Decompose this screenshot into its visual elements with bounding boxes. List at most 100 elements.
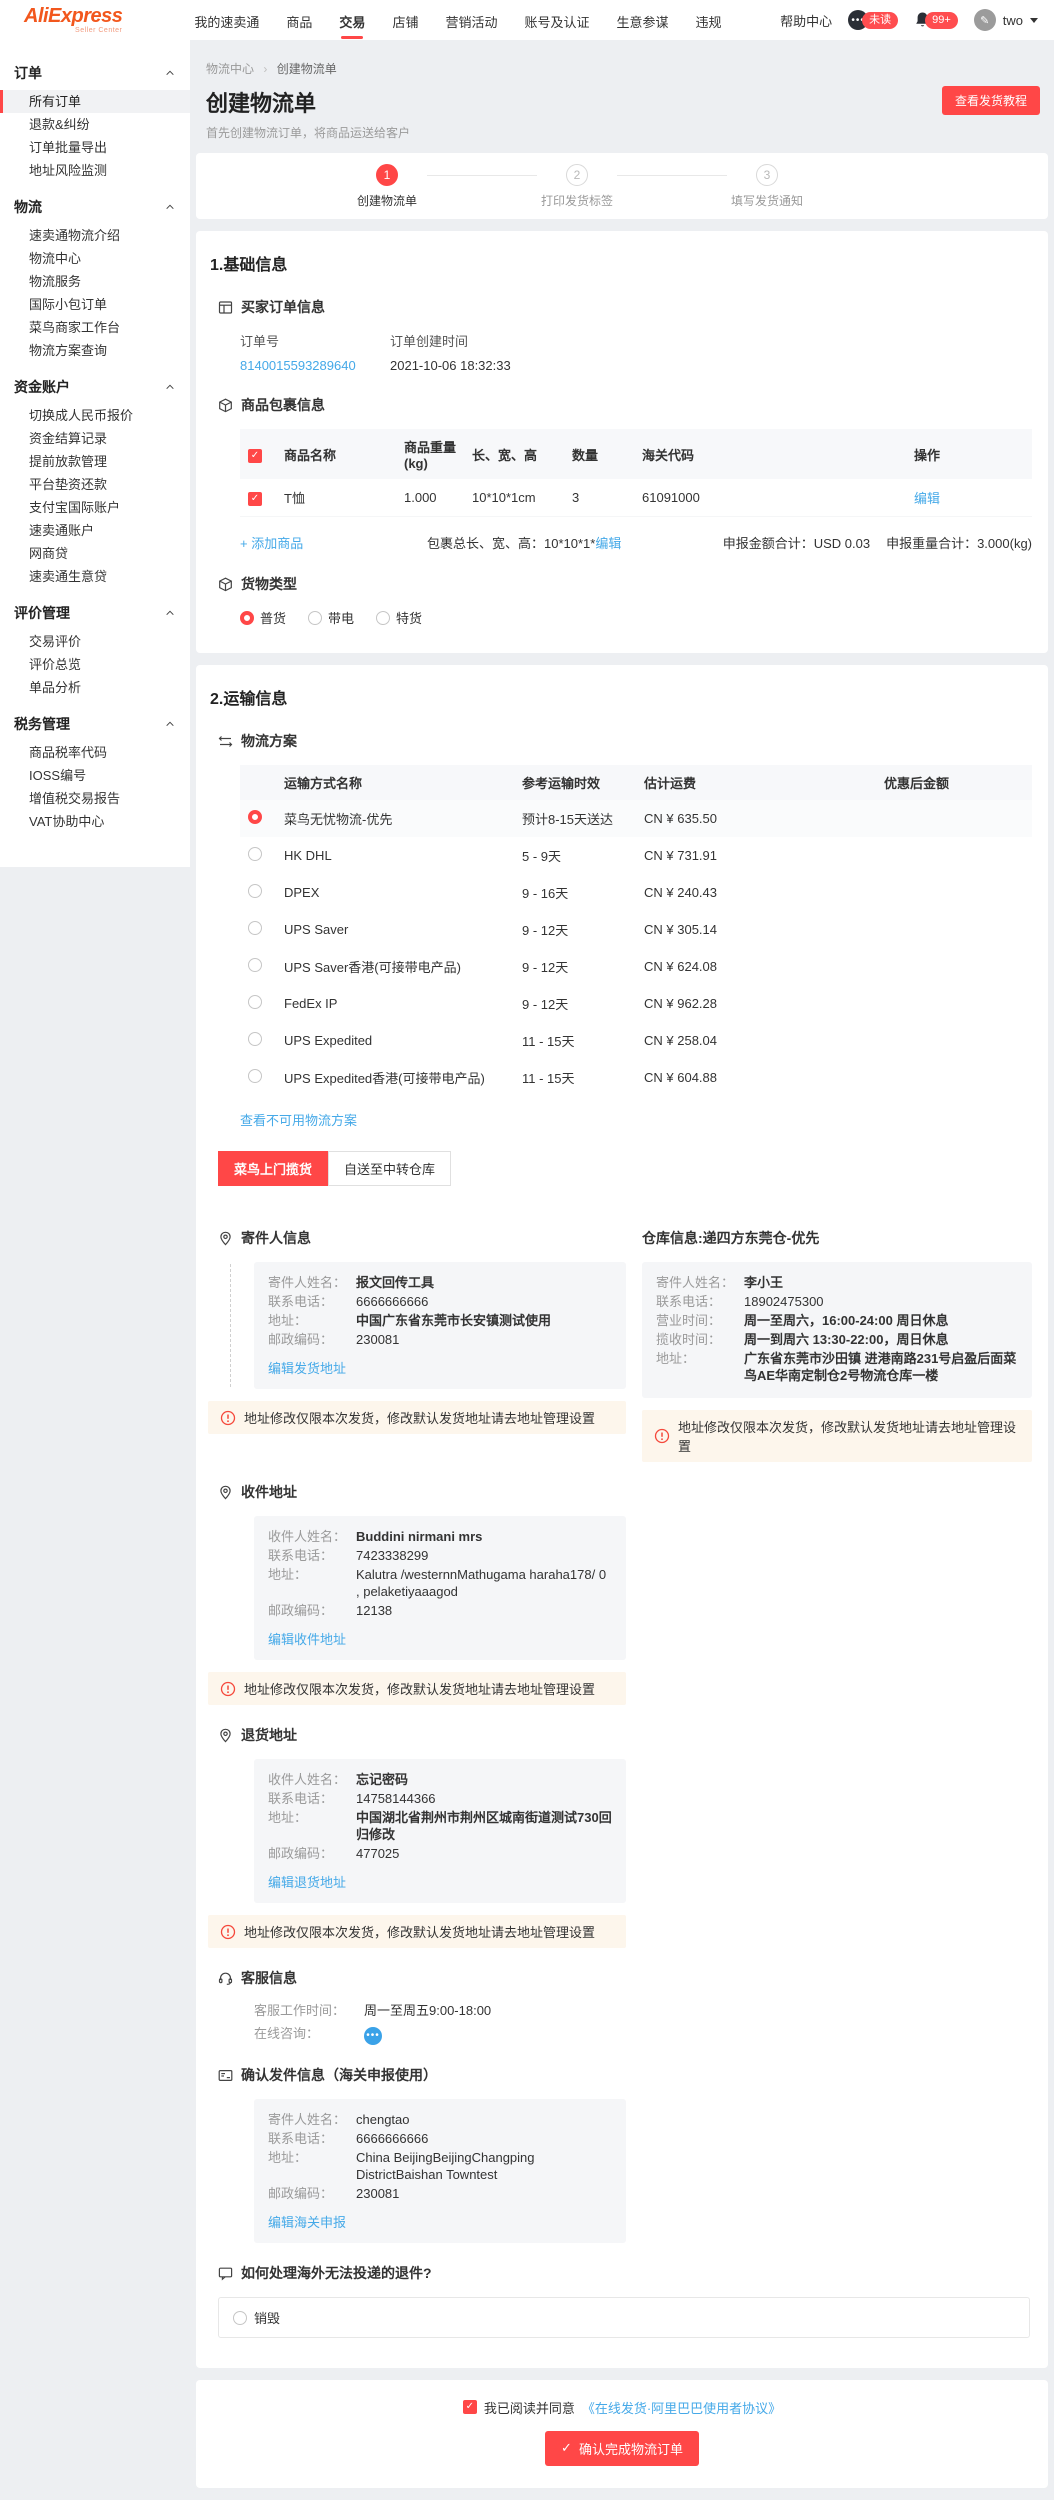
nav-item-orders[interactable]: 交易 <box>339 0 365 41</box>
agree-checkbox[interactable]: ✓ <box>462 2400 477 2414</box>
order-number-link[interactable]: 8140015593289640 <box>240 358 356 373</box>
sidebar-item-tax-codes[interactable]: 商品税率代码 <box>0 741 190 764</box>
sidebar-item-refund-disputes[interactable]: 退款&纠纷 <box>0 113 190 136</box>
customs-phone: 6666666666 <box>356 2131 429 2146</box>
nav-item-marketing[interactable]: 营销活动 <box>445 0 497 41</box>
package-summary: + 添加商品 包裹总长、宽、高：10*10*1*编辑 申报金额合计：USD 0.… <box>240 533 1032 552</box>
tab-cainiao-pickup[interactable]: 菜鸟上门揽货 <box>218 1151 329 1186</box>
sidebar-item-logistics-services[interactable]: 物流服务 <box>0 270 190 293</box>
sidebar-item-logistics-intro[interactable]: 速卖通物流介绍 <box>0 224 190 247</box>
sidebar-item-vat-report[interactable]: 增值税交易报告 <box>0 787 190 810</box>
cargo-option-battery[interactable]: 带电 <box>308 608 354 627</box>
shipping-radio[interactable] <box>248 810 262 824</box>
sidebar-item-logistics-plan-query[interactable]: 物流方案查询 <box>0 339 190 362</box>
sidebar-item-intl-packet-orders[interactable]: 国际小包订单 <box>0 293 190 316</box>
edit-customs-declaration-link[interactable]: 编辑海关申报 <box>268 2212 346 2231</box>
edit-dims-link[interactable]: 编辑 <box>595 536 621 551</box>
sidebar-item-order-export[interactable]: 订单批量导出 <box>0 136 190 159</box>
shipping-method-row[interactable]: DPEX 9 - 16天 CN ¥ 240.43 <box>240 874 1032 911</box>
sidebar-item-business-loan[interactable]: 速卖通生意贷 <box>0 565 190 588</box>
shipping-radio[interactable] <box>248 958 262 972</box>
step-connector <box>427 174 537 176</box>
user-menu[interactable]: ✎ two <box>973 9 1038 31</box>
sidebar-item-mybank-loan[interactable]: 网商贷 <box>0 542 190 565</box>
sidebar-header-orders[interactable]: 订单 <box>0 56 190 90</box>
sidebar-header-logistics[interactable]: 物流 <box>0 190 190 224</box>
agreement-link[interactable]: 《在线发货·阿里巴巴使用者协议》 <box>582 2398 781 2417</box>
return-phone: 14758144366 <box>356 1791 436 1806</box>
col-quantity: 数量 <box>564 429 634 479</box>
nav-item-store[interactable]: 店铺 <box>392 0 418 41</box>
sender-phone: 6666666666 <box>356 1294 429 1309</box>
shipping-method-row[interactable]: 菜鸟无忧物流-优先 预计8-15天送达 CN ¥ 635.50 <box>240 800 1032 837</box>
nav-item-myaliexpress[interactable]: 我的速卖通 <box>194 0 259 41</box>
destroy-option[interactable]: 销毁 <box>233 2308 1015 2327</box>
sender-address: 中国广东省东莞市长安镇测试使用 <box>356 1313 552 1328</box>
shipping-radio[interactable] <box>248 884 262 898</box>
col-discounted-fee: 优惠后金额 <box>876 765 1032 800</box>
add-product-link[interactable]: + 添加商品 <box>240 536 303 551</box>
shipping-tutorial-button[interactable]: 查看发货教程 <box>941 86 1040 115</box>
sidebar-item-platform-repayment[interactable]: 平台垫资还款 <box>0 473 190 496</box>
sidebar-item-item-analysis[interactable]: 单品分析 <box>0 676 190 699</box>
online-chat-icon[interactable]: ••• <box>364 2027 382 2045</box>
nav-item-products[interactable]: 商品 <box>286 0 312 41</box>
shipping-method-row[interactable]: FedEx IP 9 - 12天 CN ¥ 962.28 <box>240 985 1032 1022</box>
return-name: 忘记密码 <box>356 1772 409 1787</box>
tab-self-delivery[interactable]: 自送至中转仓库 <box>328 1151 452 1186</box>
sidebar-item-all-orders[interactable]: 所有订单 <box>0 90 190 113</box>
sidebar-header-tax[interactable]: 税务管理 <box>0 707 190 741</box>
radio-special-cargo[interactable] <box>376 610 391 625</box>
aliexpress-logo[interactable]: AliExpress Seller Center <box>24 6 123 34</box>
shipping-method-row[interactable]: UPS Expedited 11 - 15天 CN ¥ 258.04 <box>240 1022 1032 1059</box>
sidebar-item-aliexpress-account[interactable]: 速卖通账户 <box>0 519 190 542</box>
sidebar-item-alipay-intl[interactable]: 支付宝国际账户 <box>0 496 190 519</box>
sidebar-item-trade-reviews[interactable]: 交易评价 <box>0 630 190 653</box>
edit-product-link[interactable]: 编辑 <box>914 491 940 506</box>
basic-info-card: 1.基础信息 买家订单信息 订单号 8140015593289640 订单创建时… <box>196 231 1048 653</box>
shipping-method-row[interactable]: UPS Saver香港(可接带电产品) 9 - 12天 CN ¥ 624.08 <box>240 948 1032 985</box>
sidebar-item-settlement-records[interactable]: 资金结算记录 <box>0 427 190 450</box>
breadcrumb-logistics-center[interactable]: 物流中心 <box>206 62 254 76</box>
cargo-option-general[interactable]: 普货 <box>240 608 286 627</box>
radio-general-cargo[interactable] <box>240 610 254 625</box>
sidebar-item-cainiao-workbench[interactable]: 菜鸟商家工作台 <box>0 316 190 339</box>
nav-item-violations[interactable]: 违规 <box>696 0 722 41</box>
row-checkbox[interactable]: ✓ <box>248 492 262 506</box>
sidebar-item-switch-rmb[interactable]: 切换成人民币报价 <box>0 404 190 427</box>
messages-button[interactable]: ••• 未读 <box>848 10 899 30</box>
sidebar-item-address-risk[interactable]: 地址风险监测 <box>0 159 190 182</box>
edit-receiver-address-link[interactable]: 编辑收件地址 <box>268 1629 346 1648</box>
help-center-link[interactable]: 帮助中心 <box>780 11 832 30</box>
sidebar-header-reviews[interactable]: 评价管理 <box>0 596 190 630</box>
sidebar-item-review-overview[interactable]: 评价总览 <box>0 653 190 676</box>
cargo-option-special[interactable]: 特货 <box>376 608 422 627</box>
nav-item-analytics[interactable]: 生意参谋 <box>616 0 668 41</box>
sidebar-item-vat-assist[interactable]: VAT协助中心 <box>0 810 190 833</box>
shipping-radio[interactable] <box>248 847 262 861</box>
confirm-logistics-order-button[interactable]: ✓ 确认完成物流订单 <box>545 2430 699 2466</box>
shipping-method-row[interactable]: HK DHL 5 - 9天 CN ¥ 731.91 <box>240 837 1032 874</box>
return-address-warning: 地址修改仅限本次发货，修改默认发货地址请去地址管理设置 <box>208 1915 626 1948</box>
sidebar-item-ioss-number[interactable]: IOSS编号 <box>0 764 190 787</box>
shipping-radio[interactable] <box>248 1032 262 1046</box>
shipping-method-row[interactable]: UPS Expedited香港(可接带电产品) 11 - 15天 CN ¥ 60… <box>240 1059 1032 1096</box>
edit-sender-address-link[interactable]: 编辑发货地址 <box>268 1358 346 1377</box>
edit-return-address-link[interactable]: 编辑退货地址 <box>268 1872 346 1891</box>
warning-icon <box>220 1410 236 1425</box>
view-unavailable-plans-link[interactable]: 查看不可用物流方案 <box>240 1110 357 1129</box>
notifications-button[interactable]: 99+ <box>914 11 958 29</box>
select-all-checkbox[interactable]: ✓ <box>248 448 262 463</box>
nav-item-account[interactable]: 账号及认证 <box>524 0 589 41</box>
sidebar-header-funds[interactable]: 资金账户 <box>0 370 190 404</box>
shipping-radio[interactable] <box>248 921 262 935</box>
radio-destroy[interactable] <box>233 2310 247 2325</box>
sidebar-item-logistics-center[interactable]: 物流中心 <box>0 247 190 270</box>
shipping-radio[interactable] <box>248 1069 262 1083</box>
cargo-type-options: 普货 带电 特货 <box>240 608 1036 627</box>
sidebar-section-funds: 资金账户 切换成人民币报价 资金结算记录 提前放款管理 平台垫资还款 支付宝国际… <box>0 370 190 588</box>
sidebar-item-early-release[interactable]: 提前放款管理 <box>0 450 190 473</box>
shipping-radio[interactable] <box>248 995 262 1009</box>
shipping-method-row[interactable]: UPS Saver 9 - 12天 CN ¥ 305.14 <box>240 911 1032 948</box>
radio-battery-cargo[interactable] <box>308 610 323 625</box>
